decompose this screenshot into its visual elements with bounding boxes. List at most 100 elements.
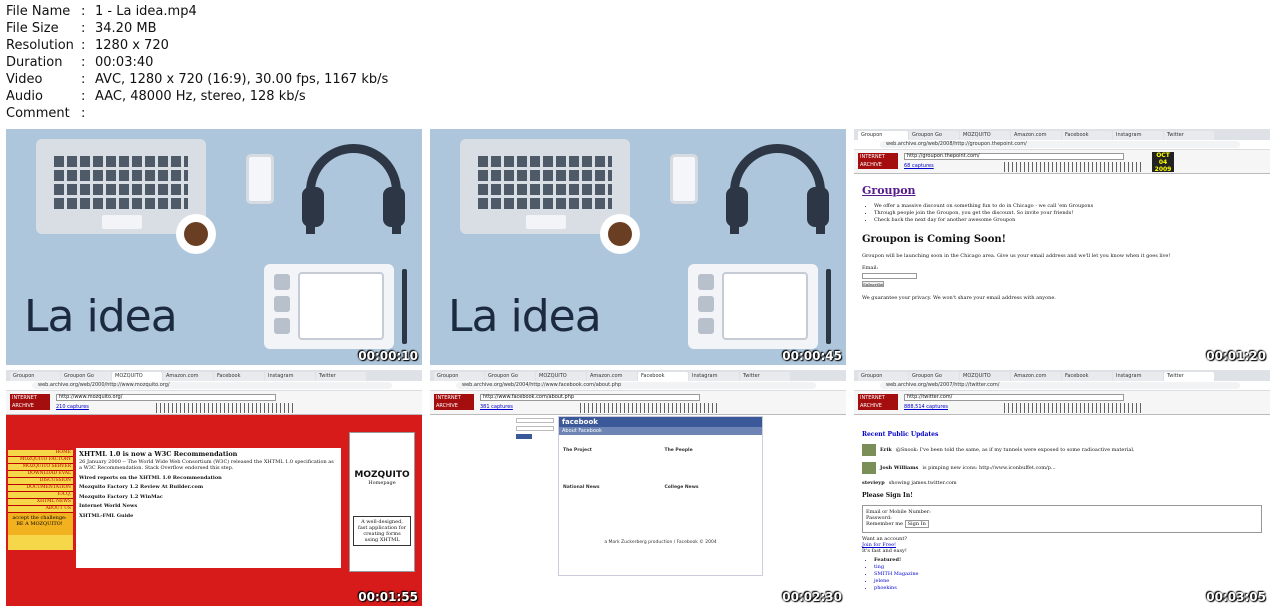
browser-tab[interactable]: Groupon xyxy=(10,372,60,381)
browser-tab[interactable]: Twitter xyxy=(1164,372,1214,381)
featured-item[interactable]: jelene xyxy=(874,578,1262,585)
wayback-url-input[interactable]: http://www.facebook.com/about.php xyxy=(480,394,700,401)
section-heading: The People xyxy=(664,448,693,453)
meta-row-resolution: Resolution:1280 x 720 xyxy=(6,37,388,54)
browser-tab[interactable]: Instagram xyxy=(1113,372,1163,381)
avatar[interactable] xyxy=(862,444,876,456)
update-text: is pimping new icons: http://www.iconbuf… xyxy=(922,465,1056,471)
browser-tab[interactable]: MOZQUITO xyxy=(960,372,1010,381)
wayback-capture-graph[interactable] xyxy=(156,403,296,413)
address-bar[interactable]: web.archive.org/web/2008/http://groupon.… xyxy=(854,140,1270,150)
slide-title: La idea xyxy=(24,291,178,342)
browser-tab[interactable]: Groupon Go xyxy=(909,372,959,381)
wayback-url-input[interactable]: http://www.mozquito.org/ xyxy=(56,394,276,401)
nav-item[interactable]: MOZQUITO FACTORY xyxy=(8,457,73,464)
meta-value: 1 - La idea.mp4 xyxy=(95,4,197,19)
address-text: web.archive.org/web/2007/http://twitter.… xyxy=(880,382,1240,389)
password-field[interactable] xyxy=(516,426,554,431)
wayback-capture-graph[interactable] xyxy=(1004,162,1144,172)
browser-tab[interactable]: Facebook xyxy=(638,372,688,381)
signin-button[interactable]: Sign In xyxy=(904,520,929,528)
thumbnail-6[interactable]: Groupon Groupon Go MOZQUITO Amazon.com F… xyxy=(854,370,1270,606)
browser-tab[interactable]: Twitter xyxy=(316,372,366,381)
browser-tab[interactable]: Twitter xyxy=(1164,131,1214,140)
featured-item[interactable]: phoekins xyxy=(874,585,1262,592)
nav-item[interactable]: DOWNLOAD EVAL xyxy=(8,471,73,478)
browser-tab[interactable]: Facebook xyxy=(1062,372,1112,381)
browser-tab[interactable]: Groupon xyxy=(858,131,908,140)
wayback-captures-link[interactable]: 888,514 captures xyxy=(904,404,948,410)
nav-item[interactable]: DISCUSSION xyxy=(8,478,73,485)
subscribe-button[interactable]: Subscribe xyxy=(862,281,884,287)
wayback-date[interactable]: OCT 04 2009 xyxy=(1152,152,1174,173)
update-author[interactable]: Erik xyxy=(880,447,892,453)
browser-tab[interactable]: MOZQUITO xyxy=(536,372,586,381)
coffee-cup-illustration xyxy=(600,214,640,254)
browser-tab[interactable]: Facebook xyxy=(214,372,264,381)
nav-item[interactable]: DOCUMENTATION xyxy=(8,485,73,492)
update-author[interactable]: stevieyp xyxy=(862,480,885,486)
meta-value: 1280 x 720 xyxy=(95,38,169,53)
challenge-banner[interactable]: accept the challenge: BE A MOZQUITO! xyxy=(8,513,73,535)
email-field[interactable] xyxy=(516,418,554,423)
thumbnail-4[interactable]: Groupon Groupon Go MOZQUITO Amazon.com F… xyxy=(6,370,422,606)
browser-tab[interactable]: Instagram xyxy=(1113,131,1163,140)
nav-item[interactable]: XHTML NEWS xyxy=(8,499,73,506)
featured-item[interactable]: SMITH Magazine xyxy=(874,571,1262,578)
groupon-link[interactable]: Groupon xyxy=(862,184,1262,197)
mozquito-ad[interactable]: A well-designed, fast application for cr… xyxy=(353,516,411,546)
browser-tab[interactable]: Facebook xyxy=(1062,131,1112,140)
groupon-paragraph: Groupon will be launching soon in the Ch… xyxy=(862,253,1171,259)
wayback-captures-link[interactable]: 381 captures xyxy=(480,404,513,410)
featured-item[interactable]: ting xyxy=(874,564,1262,571)
browser-tab[interactable]: MOZQUITO xyxy=(960,131,1010,140)
wayback-captures-link[interactable]: 68 captures xyxy=(904,163,934,169)
remember-checkbox[interactable]: Remember me xyxy=(866,521,903,527)
nav-item[interactable]: ABOUT US xyxy=(8,506,73,513)
wayback-captures-link[interactable]: 210 captures xyxy=(56,404,89,410)
address-bar[interactable]: web.archive.org/web/2000/http://www.mozq… xyxy=(6,381,422,391)
email-field[interactable] xyxy=(862,273,917,279)
thumbnail-5[interactable]: Groupon Groupon Go MOZQUITO Amazon.com F… xyxy=(430,370,846,606)
phone-illustration xyxy=(670,154,698,204)
file-metadata: File Name:1 - La idea.mp4 File Size:34.2… xyxy=(6,3,388,122)
news-item: Internet World News xyxy=(79,503,138,509)
nav-item[interactable]: F.A.Q. xyxy=(8,492,73,499)
browser-tab[interactable]: Amazon.com xyxy=(1011,372,1061,381)
fast-text: It's fast and easy! xyxy=(862,548,907,554)
thumbnail-2[interactable]: La idea 00:00:45 xyxy=(430,129,846,365)
browser-tab[interactable]: Groupon Go xyxy=(61,372,111,381)
nav-item[interactable]: MOZQUITO SERVER xyxy=(8,464,73,471)
address-bar[interactable]: web.archive.org/web/2004/http://www.face… xyxy=(430,381,846,391)
section-heading: College News xyxy=(664,485,699,490)
wayback-url-input[interactable]: http://twitter.com/ xyxy=(904,394,1124,401)
browser-tab[interactable]: MOZQUITO xyxy=(112,372,162,381)
browser-tab[interactable]: Groupon xyxy=(858,372,908,381)
browser-tab[interactable]: Groupon Go xyxy=(485,372,535,381)
wayback-url-input[interactable]: http://groupon.thepoint.com/ xyxy=(904,153,1124,160)
wayback-capture-graph[interactable] xyxy=(580,403,720,413)
nav-item[interactable]: HOME xyxy=(8,450,73,457)
address-bar[interactable]: web.archive.org/web/2007/http://twitter.… xyxy=(854,381,1270,391)
thumbnail-3[interactable]: Groupon Groupon Go MOZQUITO Amazon.com F… xyxy=(854,129,1270,365)
wayback-capture-graph[interactable] xyxy=(1004,403,1144,413)
update-author[interactable]: Josh Williams xyxy=(880,465,918,471)
browser-tab[interactable]: Amazon.com xyxy=(1011,131,1061,140)
thumbnail-1[interactable]: La idea 00:00:10 xyxy=(6,129,422,365)
meta-separator: : xyxy=(81,21,86,36)
browser-tab[interactable]: Instagram xyxy=(265,372,315,381)
avatar[interactable] xyxy=(862,462,876,474)
signin-heading: Please Sign In! xyxy=(862,492,913,499)
mozquito-main: XHTML 1.0 is now a W3C Recommendation 26… xyxy=(76,448,341,568)
wayback-logo: INTERNET ARCHIVE xyxy=(10,394,50,410)
browser-tab[interactable]: Amazon.com xyxy=(587,372,637,381)
login-button[interactable] xyxy=(516,434,532,439)
signin-form: Email or Mobile Number: Password: Rememb… xyxy=(862,505,1262,533)
facebook-logo[interactable]: facebook xyxy=(559,417,762,427)
browser-tab[interactable]: Groupon Go xyxy=(909,131,959,140)
meta-key: File Size xyxy=(6,21,59,36)
browser-tab[interactable]: Instagram xyxy=(689,372,739,381)
browser-tab[interactable]: Groupon xyxy=(434,372,484,381)
browser-tab[interactable]: Amazon.com xyxy=(163,372,213,381)
browser-tab[interactable]: Twitter xyxy=(740,372,790,381)
